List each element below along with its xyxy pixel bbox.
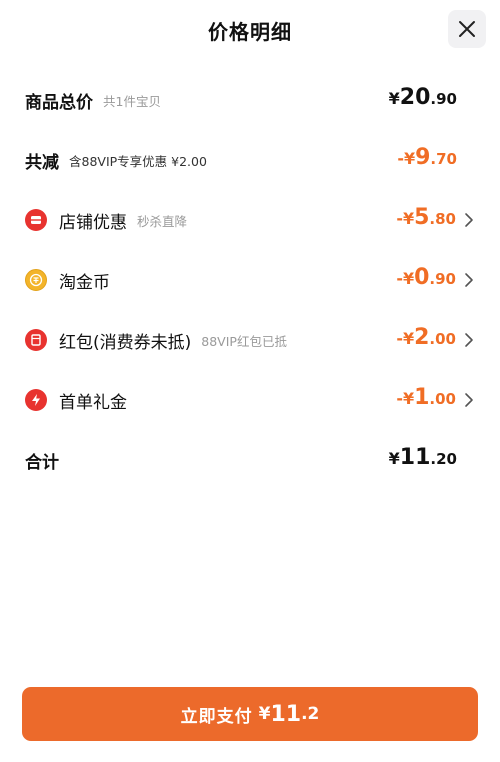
- row-label: 店铺优惠: [59, 212, 127, 233]
- amount-decimal: .00: [429, 390, 456, 408]
- lightning-icon: [25, 389, 47, 411]
- chevron-right-icon: [465, 273, 473, 287]
- row-amount: - ¥ 9 .70: [397, 140, 457, 180]
- row-amount: - ¥ 0 .90: [396, 260, 456, 300]
- amount-decimal: .90: [429, 270, 456, 288]
- row-sublabel: 88VIP红包已抵: [201, 333, 287, 349]
- row-label: 首单礼金: [59, 392, 127, 413]
- amount-sign: -: [397, 149, 404, 168]
- amount-sign: -: [396, 269, 403, 288]
- row-total-discount: 共减 含88VIP专享优惠 ¥2.00 - ¥ 9 .70: [0, 140, 500, 180]
- row-amount: - ¥ 5 .80: [396, 200, 456, 240]
- row-grand-total: 合计 ¥ 11 .20: [0, 440, 500, 480]
- shop-coupon-icon: [25, 209, 47, 231]
- close-icon: [459, 21, 475, 37]
- amount-decimal: .80: [429, 210, 456, 228]
- row-shop-discount[interactable]: 店铺优惠 秒杀直降 - ¥ 5 .80: [0, 200, 500, 240]
- pay-button-label: 立即支付: [180, 706, 253, 727]
- row-first-order-gift[interactable]: 首单礼金 - ¥ 1 .00: [0, 380, 500, 420]
- amount-decimal: .70: [430, 150, 457, 168]
- amount-integer: 2: [414, 325, 430, 350]
- pay-amount-decimal: .2: [301, 704, 320, 724]
- row-amount: - ¥ 1 .00: [396, 380, 456, 420]
- currency-symbol: ¥: [402, 389, 415, 408]
- amount-integer: 1: [414, 385, 430, 410]
- row-sublabel: 秒杀直降: [137, 213, 188, 229]
- currency-symbol: ¥: [403, 149, 416, 168]
- amount-decimal: .00: [429, 330, 456, 348]
- row-sublabel: 共1件宝贝: [103, 93, 161, 109]
- close-button[interactable]: [448, 10, 486, 48]
- amount-sign: -: [396, 209, 403, 228]
- chevron-right-icon: [465, 213, 473, 227]
- amount-integer: 5: [414, 205, 430, 230]
- row-label: 合计: [25, 452, 59, 473]
- amount-integer: 20: [399, 85, 431, 110]
- chevron-right-icon: [465, 393, 473, 407]
- currency-symbol: ¥: [402, 269, 415, 288]
- row-label: 商品总价: [25, 92, 93, 113]
- row-taojinbi[interactable]: 淘金币 - ¥ 0 .90: [0, 260, 500, 300]
- currency-symbol: ¥: [388, 449, 400, 468]
- amount-sign: -: [396, 389, 403, 408]
- row-label: 共减: [25, 152, 59, 173]
- pay-currency-symbol: ¥: [258, 704, 271, 724]
- amount-sign: -: [396, 329, 403, 348]
- pay-amount-integer: 11: [270, 701, 302, 727]
- row-label: 红包(消费券未抵): [59, 332, 192, 353]
- header: 价格明细: [0, 0, 500, 64]
- row-red-packet[interactable]: 红包(消费券未抵) 88VIP红包已抵 - ¥ 2 .00: [0, 320, 500, 360]
- red-packet-icon: [25, 329, 47, 351]
- currency-symbol: ¥: [402, 329, 415, 348]
- amount-decimal: .90: [430, 90, 457, 108]
- pay-now-button[interactable]: 立即支付 ¥ 11 .2: [22, 687, 478, 741]
- amount-decimal: .20: [430, 450, 457, 468]
- currency-symbol: ¥: [388, 89, 400, 108]
- row-amount: ¥ 20 .90: [389, 80, 457, 120]
- amount-integer: 11: [399, 445, 431, 470]
- row-goods-total: 商品总价 共1件宝贝 ¥ 20 .90: [0, 80, 500, 120]
- currency-symbol: ¥: [402, 209, 415, 228]
- amount-integer: 0: [414, 265, 430, 290]
- page-title: 价格明细: [208, 20, 292, 44]
- row-label: 淘金币: [59, 272, 110, 293]
- gold-coin-icon: [25, 269, 47, 291]
- amount-integer: 9: [415, 145, 431, 170]
- row-sublabel: 含88VIP专享优惠 ¥2.00: [69, 153, 207, 169]
- chevron-right-icon: [465, 333, 473, 347]
- row-amount: - ¥ 2 .00: [396, 320, 456, 360]
- row-amount: ¥ 11 .20: [389, 440, 457, 480]
